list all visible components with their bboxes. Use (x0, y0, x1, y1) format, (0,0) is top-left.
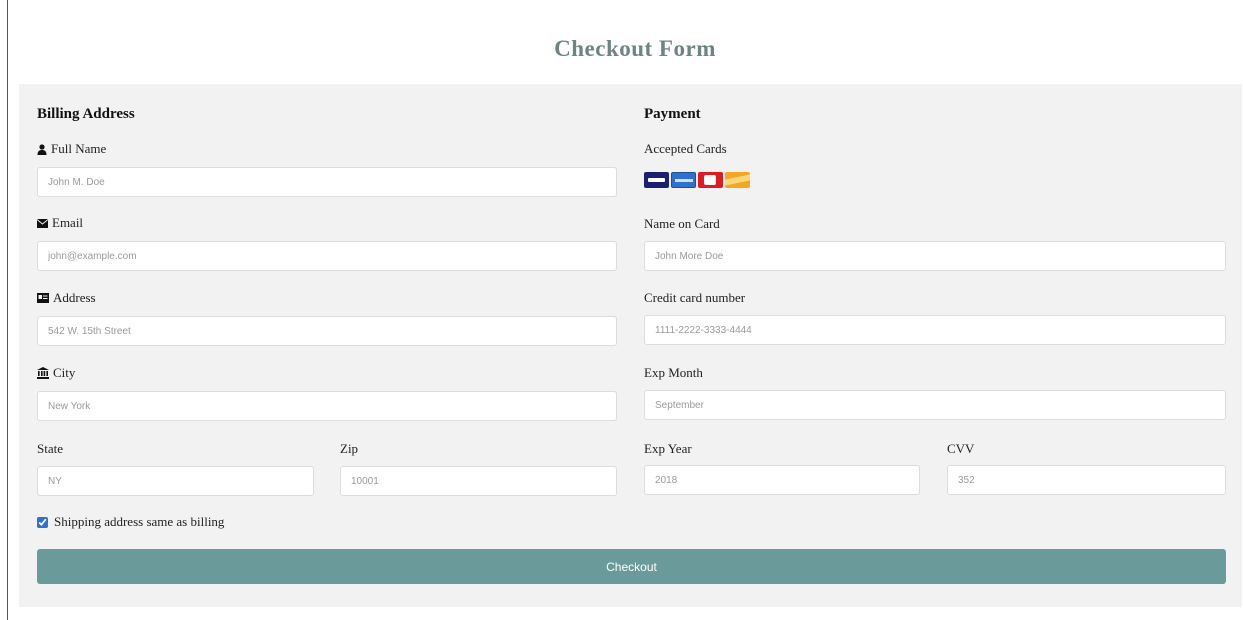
address-label: Address (37, 290, 96, 306)
email-label-text: Email (52, 215, 84, 230)
name-on-card-input[interactable] (644, 241, 1226, 271)
discover-card-icon (725, 172, 750, 188)
checkout-button[interactable]: Checkout (37, 549, 1226, 584)
exp-month-label: Exp Month (644, 365, 703, 380)
full-name-input[interactable] (37, 167, 617, 197)
state-input[interactable] (37, 466, 314, 496)
user-icon (37, 143, 47, 155)
exp-year-label: Exp Year (644, 441, 692, 456)
exp-year-input[interactable] (644, 465, 920, 495)
address-label-text: Address (53, 290, 96, 305)
email-input[interactable] (37, 241, 617, 271)
cvv-label: CVV (947, 441, 975, 456)
state-label: State (37, 441, 63, 456)
name-on-card-label: Name on Card (644, 216, 720, 231)
accepted-cards (644, 172, 750, 188)
shipping-same-checkbox[interactable] (37, 516, 48, 528)
full-name-label-text: Full Name (51, 141, 107, 156)
checkout-form-panel: Billing Address Full Name Email Addre (19, 84, 1242, 607)
shipping-same-label: Shipping address same as billing (54, 514, 225, 529)
card-number-input[interactable] (644, 315, 1226, 345)
checkout-page: Checkout Form Billing Address Full Name … (0, 0, 1243, 620)
exp-month-input[interactable] (644, 390, 1226, 420)
institution-icon (37, 367, 49, 379)
cvv-input[interactable] (947, 465, 1226, 495)
zip-input[interactable] (340, 466, 617, 496)
billing-address-heading: Billing Address (37, 106, 135, 122)
left-border-line (7, 0, 8, 620)
zip-label: Zip (340, 441, 359, 456)
shipping-same-row[interactable]: Shipping address same as billing (37, 514, 224, 530)
accepted-cards-label: Accepted Cards (644, 141, 727, 156)
city-label: City (37, 365, 75, 381)
email-label: Email (37, 215, 83, 231)
visa-card-icon (644, 172, 669, 188)
address-input[interactable] (37, 316, 617, 346)
city-input[interactable] (37, 391, 617, 421)
mastercard-card-icon (698, 172, 723, 188)
payment-heading: Payment (644, 106, 701, 122)
full-name-label: Full Name (37, 141, 106, 157)
amex-card-icon (671, 172, 696, 188)
city-label-text: City (53, 365, 76, 380)
page-title: Checkout Form (554, 36, 716, 61)
card-number-label: Credit card number (644, 290, 746, 305)
envelope-icon (37, 218, 48, 228)
address-card-icon (37, 293, 49, 303)
